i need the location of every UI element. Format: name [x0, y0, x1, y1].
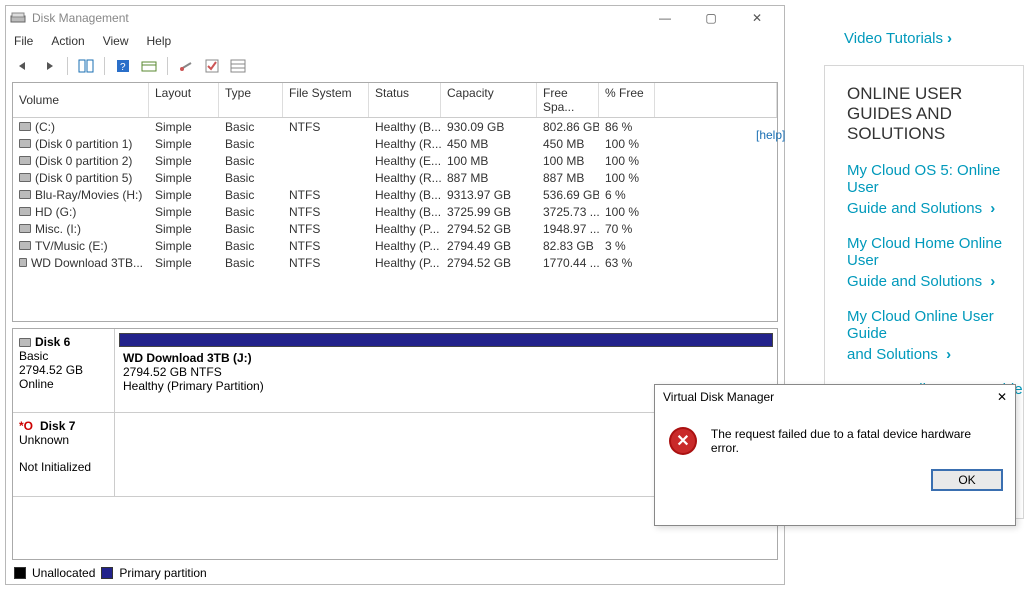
titlebar[interactable]: Disk Management — ▢ ✕ [6, 6, 784, 30]
menubar: File Action View Help [6, 30, 784, 52]
dialog-titlebar[interactable]: Virtual Disk Manager ✕ [655, 385, 1015, 409]
drive-icon [19, 258, 27, 267]
drive-icon [19, 156, 31, 165]
drive-icon [19, 224, 31, 233]
back-button[interactable] [12, 55, 34, 77]
chevron-right-icon: › [946, 346, 951, 363]
minimize-button[interactable]: — [642, 6, 688, 30]
table-row[interactable]: Blu-Ray/Movies (H:)SimpleBasicNTFSHealth… [13, 186, 777, 203]
sidebar-item[interactable]: My Cloud Online User Guide [847, 308, 1023, 342]
col-status[interactable]: Status [369, 83, 441, 117]
legend-primary-icon [101, 567, 113, 579]
drive-icon [19, 173, 31, 182]
show-hide-button[interactable] [75, 55, 97, 77]
dialog-title: Virtual Disk Manager [663, 390, 774, 404]
drive-icon [19, 190, 31, 199]
col-filesystem[interactable]: File System [283, 83, 369, 117]
col-capacity[interactable]: Capacity [441, 83, 537, 117]
partition-size: 2794.52 GB NTFS [123, 365, 769, 379]
table-row[interactable]: TV/Music (E:)SimpleBasicNTFSHealthy (P..… [13, 237, 777, 254]
disk-6-label: Disk 6 Basic 2794.52 GB Online [13, 329, 115, 412]
menu-file[interactable]: File [14, 34, 33, 48]
partition-bar[interactable] [119, 333, 773, 347]
volume-table-header[interactable]: Volume Layout Type File System Status Ca… [13, 83, 777, 118]
ok-button[interactable]: OK [931, 469, 1003, 491]
help-button[interactable]: ? [112, 55, 134, 77]
settings-button[interactable] [138, 55, 160, 77]
volume-table[interactable]: Volume Layout Type File System Status Ca… [12, 82, 778, 322]
legend-unallocated-label: Unallocated [32, 566, 95, 580]
window-title: Disk Management [32, 11, 129, 25]
col-freespace[interactable]: Free Spa... [537, 83, 599, 117]
col-pctfree[interactable]: % Free [599, 83, 655, 117]
check-button[interactable] [201, 55, 223, 77]
svg-text:?: ? [120, 62, 126, 73]
volume-table-body: (C:)SimpleBasicNTFSHealthy (B...930.09 G… [13, 118, 777, 271]
menu-help[interactable]: Help [147, 34, 172, 48]
toolbar: ? [6, 52, 784, 80]
sidebar-item[interactable]: My Cloud Home Online User [847, 235, 1023, 269]
disk-management-icon [10, 10, 26, 26]
disk-6-type: Basic [19, 349, 108, 363]
drive-icon [19, 207, 31, 216]
table-row[interactable]: (Disk 0 partition 5)SimpleBasicHealthy (… [13, 169, 777, 186]
sidebar-card-title: ONLINE USER GUIDES AND SOLUTIONS [847, 84, 1023, 144]
table-row[interactable]: WD Download 3TB...SimpleBasicNTFSHealthy… [13, 254, 777, 271]
error-dialog: Virtual Disk Manager ✕ The request faile… [654, 384, 1016, 526]
warning-icon: *O [19, 419, 33, 433]
disk-6-state: Online [19, 377, 108, 391]
maximize-button[interactable]: ▢ [688, 6, 734, 30]
close-button[interactable]: ✕ [734, 6, 780, 30]
error-icon [669, 427, 697, 455]
chevron-right-icon: › [990, 273, 995, 290]
disk-7-state: Not Initialized [19, 460, 108, 474]
list-button[interactable] [227, 55, 249, 77]
legend: Unallocated Primary partition [6, 562, 784, 584]
sidebar-item[interactable]: My Cloud OS 5: Online User [847, 162, 1023, 196]
legend-primary-label: Primary partition [119, 566, 206, 580]
dialog-close-button[interactable]: ✕ [997, 390, 1007, 404]
col-type[interactable]: Type [219, 83, 283, 117]
drive-icon [19, 139, 31, 148]
refresh-button[interactable] [175, 55, 197, 77]
col-volume[interactable]: Volume [13, 83, 149, 117]
chevron-right-icon: › [990, 200, 995, 217]
table-row[interactable]: (Disk 0 partition 1)SimpleBasicHealthy (… [13, 135, 777, 152]
partition-title: WD Download 3TB (J:) [123, 351, 769, 365]
chevron-right-icon: › [947, 30, 952, 47]
disk-6-name: Disk 6 [35, 335, 70, 349]
sidebar-item-sub[interactable]: Guide and Solutions › [847, 273, 1023, 290]
table-row[interactable]: Misc. (I:)SimpleBasicNTFSHealthy (P...27… [13, 220, 777, 237]
sidebar-item-sub[interactable]: and Solutions › [847, 346, 1023, 363]
table-row[interactable]: (C:)SimpleBasicNTFSHealthy (B...930.09 G… [13, 118, 777, 135]
menu-action[interactable]: Action [51, 34, 84, 48]
drive-icon [19, 241, 31, 250]
menu-view[interactable]: View [103, 34, 129, 48]
disk-7-label: *O Disk 7 Unknown Not Initialized [13, 413, 115, 496]
forward-button[interactable] [38, 55, 60, 77]
legend-unallocated-icon [14, 567, 26, 579]
sidebar-video-tutorials[interactable]: Video Tutorials› [844, 30, 1024, 47]
table-row[interactable]: HD (G:)SimpleBasicNTFSHealthy (B...3725.… [13, 203, 777, 220]
table-row[interactable]: (Disk 0 partition 2)SimpleBasicHealthy (… [13, 152, 777, 169]
col-layout[interactable]: Layout [149, 83, 219, 117]
drive-icon [19, 122, 31, 131]
drive-icon [19, 338, 31, 347]
disk-7-name: Disk 7 [40, 419, 75, 433]
dialog-message: The request failed due to a fatal device… [711, 427, 1001, 455]
sidebar-item-sub[interactable]: Guide and Solutions › [847, 200, 1023, 217]
help-link[interactable]: [help] [756, 128, 785, 142]
disk-7-type: Unknown [19, 433, 108, 447]
disk-6-size: 2794.52 GB [19, 363, 108, 377]
